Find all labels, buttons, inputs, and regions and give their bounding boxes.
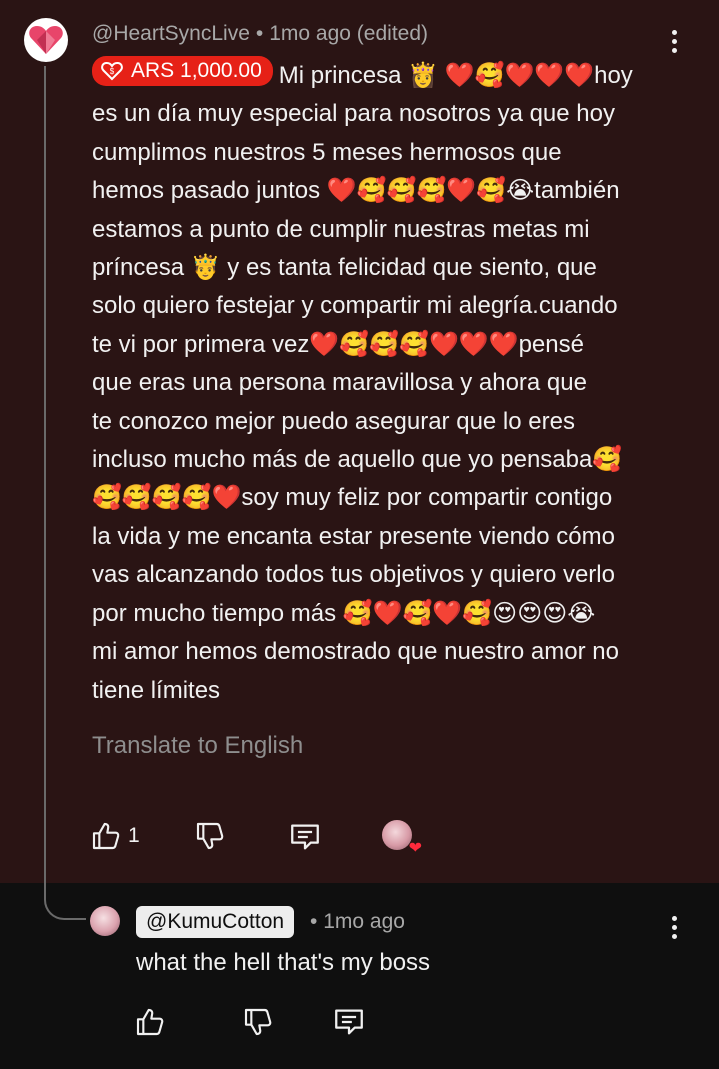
thumbs-down-icon — [244, 1008, 272, 1036]
donation-chip: $ ARS 1,000.00 — [92, 56, 273, 86]
creator-avatar — [382, 820, 412, 850]
comment-line-text: Mi princesa 👸 ❤️🥰❤️❤️❤️hoy — [278, 62, 633, 89]
heartsync-logo-icon — [29, 26, 63, 54]
comment-actions: 1 — [90, 820, 140, 852]
svg-text:$: $ — [110, 67, 115, 76]
thumbs-up-icon — [136, 1008, 164, 1036]
reply-wrap — [288, 820, 322, 854]
comment-line: príncesa 🤴 y es tanta felicidad que sien… — [92, 254, 597, 282]
donation-amount: ARS 1,000.00 — [131, 59, 262, 82]
comment-line: cumplimos nuestros 5 meses hermosos que — [92, 138, 562, 166]
reply-dislike-button[interactable] — [242, 1006, 274, 1038]
reply-time-text: 1mo ago — [323, 910, 405, 933]
dislike-wrap — [194, 820, 226, 852]
thumbs-down-icon — [196, 822, 224, 850]
more-vert-icon — [671, 29, 677, 35]
comment-line: estamos a punto de cumplir nuestras meta… — [92, 215, 590, 243]
reply-time[interactable]: • 1mo ago — [310, 910, 405, 934]
comment-meta: @HeartSyncLive • 1mo ago (edited) — [92, 22, 428, 46]
author-avatar[interactable] — [24, 18, 68, 62]
super-thanks-heart-icon: $ — [101, 61, 123, 81]
reply-dislike-wrap — [242, 1006, 274, 1038]
creator-heart-icon: ❤ — [408, 840, 422, 857]
comment-line: incluso mucho más de aquello que yo pens… — [92, 446, 623, 474]
thumbs-up-icon — [92, 822, 120, 850]
reply-text: what the hell that's my boss — [136, 949, 431, 976]
comment-line: vas alcanzando todos tus objetivos y qui… — [92, 561, 615, 589]
comment-body: $ ARS 1,000.00 Mi princesa 👸 ❤️🥰❤️❤️❤️hoy … — [92, 56, 682, 710]
comment-line: por mucho tiempo más 🥰❤️🥰❤️🥰😍😍😍😭 — [92, 599, 596, 627]
comment-line: es un día muy especial para nosotros ya … — [92, 100, 615, 128]
meta-separator: • — [255, 22, 264, 45]
reply-reply-button[interactable] — [332, 1005, 366, 1039]
creator-heart: ❤ — [382, 820, 422, 857]
comment-line: $ ARS 1,000.00 Mi princesa 👸 ❤️🥰❤️❤️❤️hoy — [92, 56, 682, 95]
comment-line: 🥰🥰🥰🥰❤️soy muy feliz por compartir contig… — [92, 484, 613, 512]
author-handle[interactable]: @HeartSyncLive — [92, 22, 250, 45]
comment-icon — [291, 824, 319, 850]
reply-author-handle[interactable]: @KumuCotton — [136, 906, 295, 938]
thread-line — [44, 66, 46, 886]
more-vert-icon — [671, 915, 677, 921]
comment-line: hemos pasado juntos ❤️🥰🥰🥰❤️🥰😭también — [92, 177, 620, 205]
reply-separator: • — [310, 910, 318, 933]
reply-button[interactable] — [288, 820, 322, 854]
comment-line: que eras una persona maravillosa y ahora… — [92, 369, 587, 397]
dislike-button[interactable] — [194, 820, 226, 852]
comment-line: la vida y me encanta estar presente vien… — [92, 522, 615, 550]
comment-line: solo quiero festejar y compartir mi aleg… — [92, 292, 618, 320]
comment-line: te vi por primera vez❤️🥰🥰🥰❤️❤️❤️pensé — [92, 330, 584, 358]
reply-reply-wrap — [332, 1005, 366, 1039]
comment-line: te conozco mejor puedo asegurar que lo e… — [92, 407, 575, 435]
reply-like-wrap — [134, 1006, 166, 1038]
comment-menu-button[interactable] — [664, 26, 684, 56]
comment-line: mi amor hemos demostrado que nuestro amo… — [92, 638, 619, 666]
like-button[interactable]: 1 — [90, 820, 140, 852]
thread-connector — [44, 870, 86, 920]
comment-icon — [335, 1009, 363, 1035]
comment-time[interactable]: 1mo ago (edited) — [269, 22, 428, 45]
reply-menu-button[interactable] — [664, 912, 684, 942]
like-count: 1 — [128, 824, 140, 847]
reply-like-button[interactable] — [134, 1006, 166, 1038]
translate-button[interactable]: Translate to English — [92, 732, 303, 760]
comment-line: tiene límites — [92, 676, 221, 704]
reply-author-avatar[interactable] — [90, 906, 120, 936]
